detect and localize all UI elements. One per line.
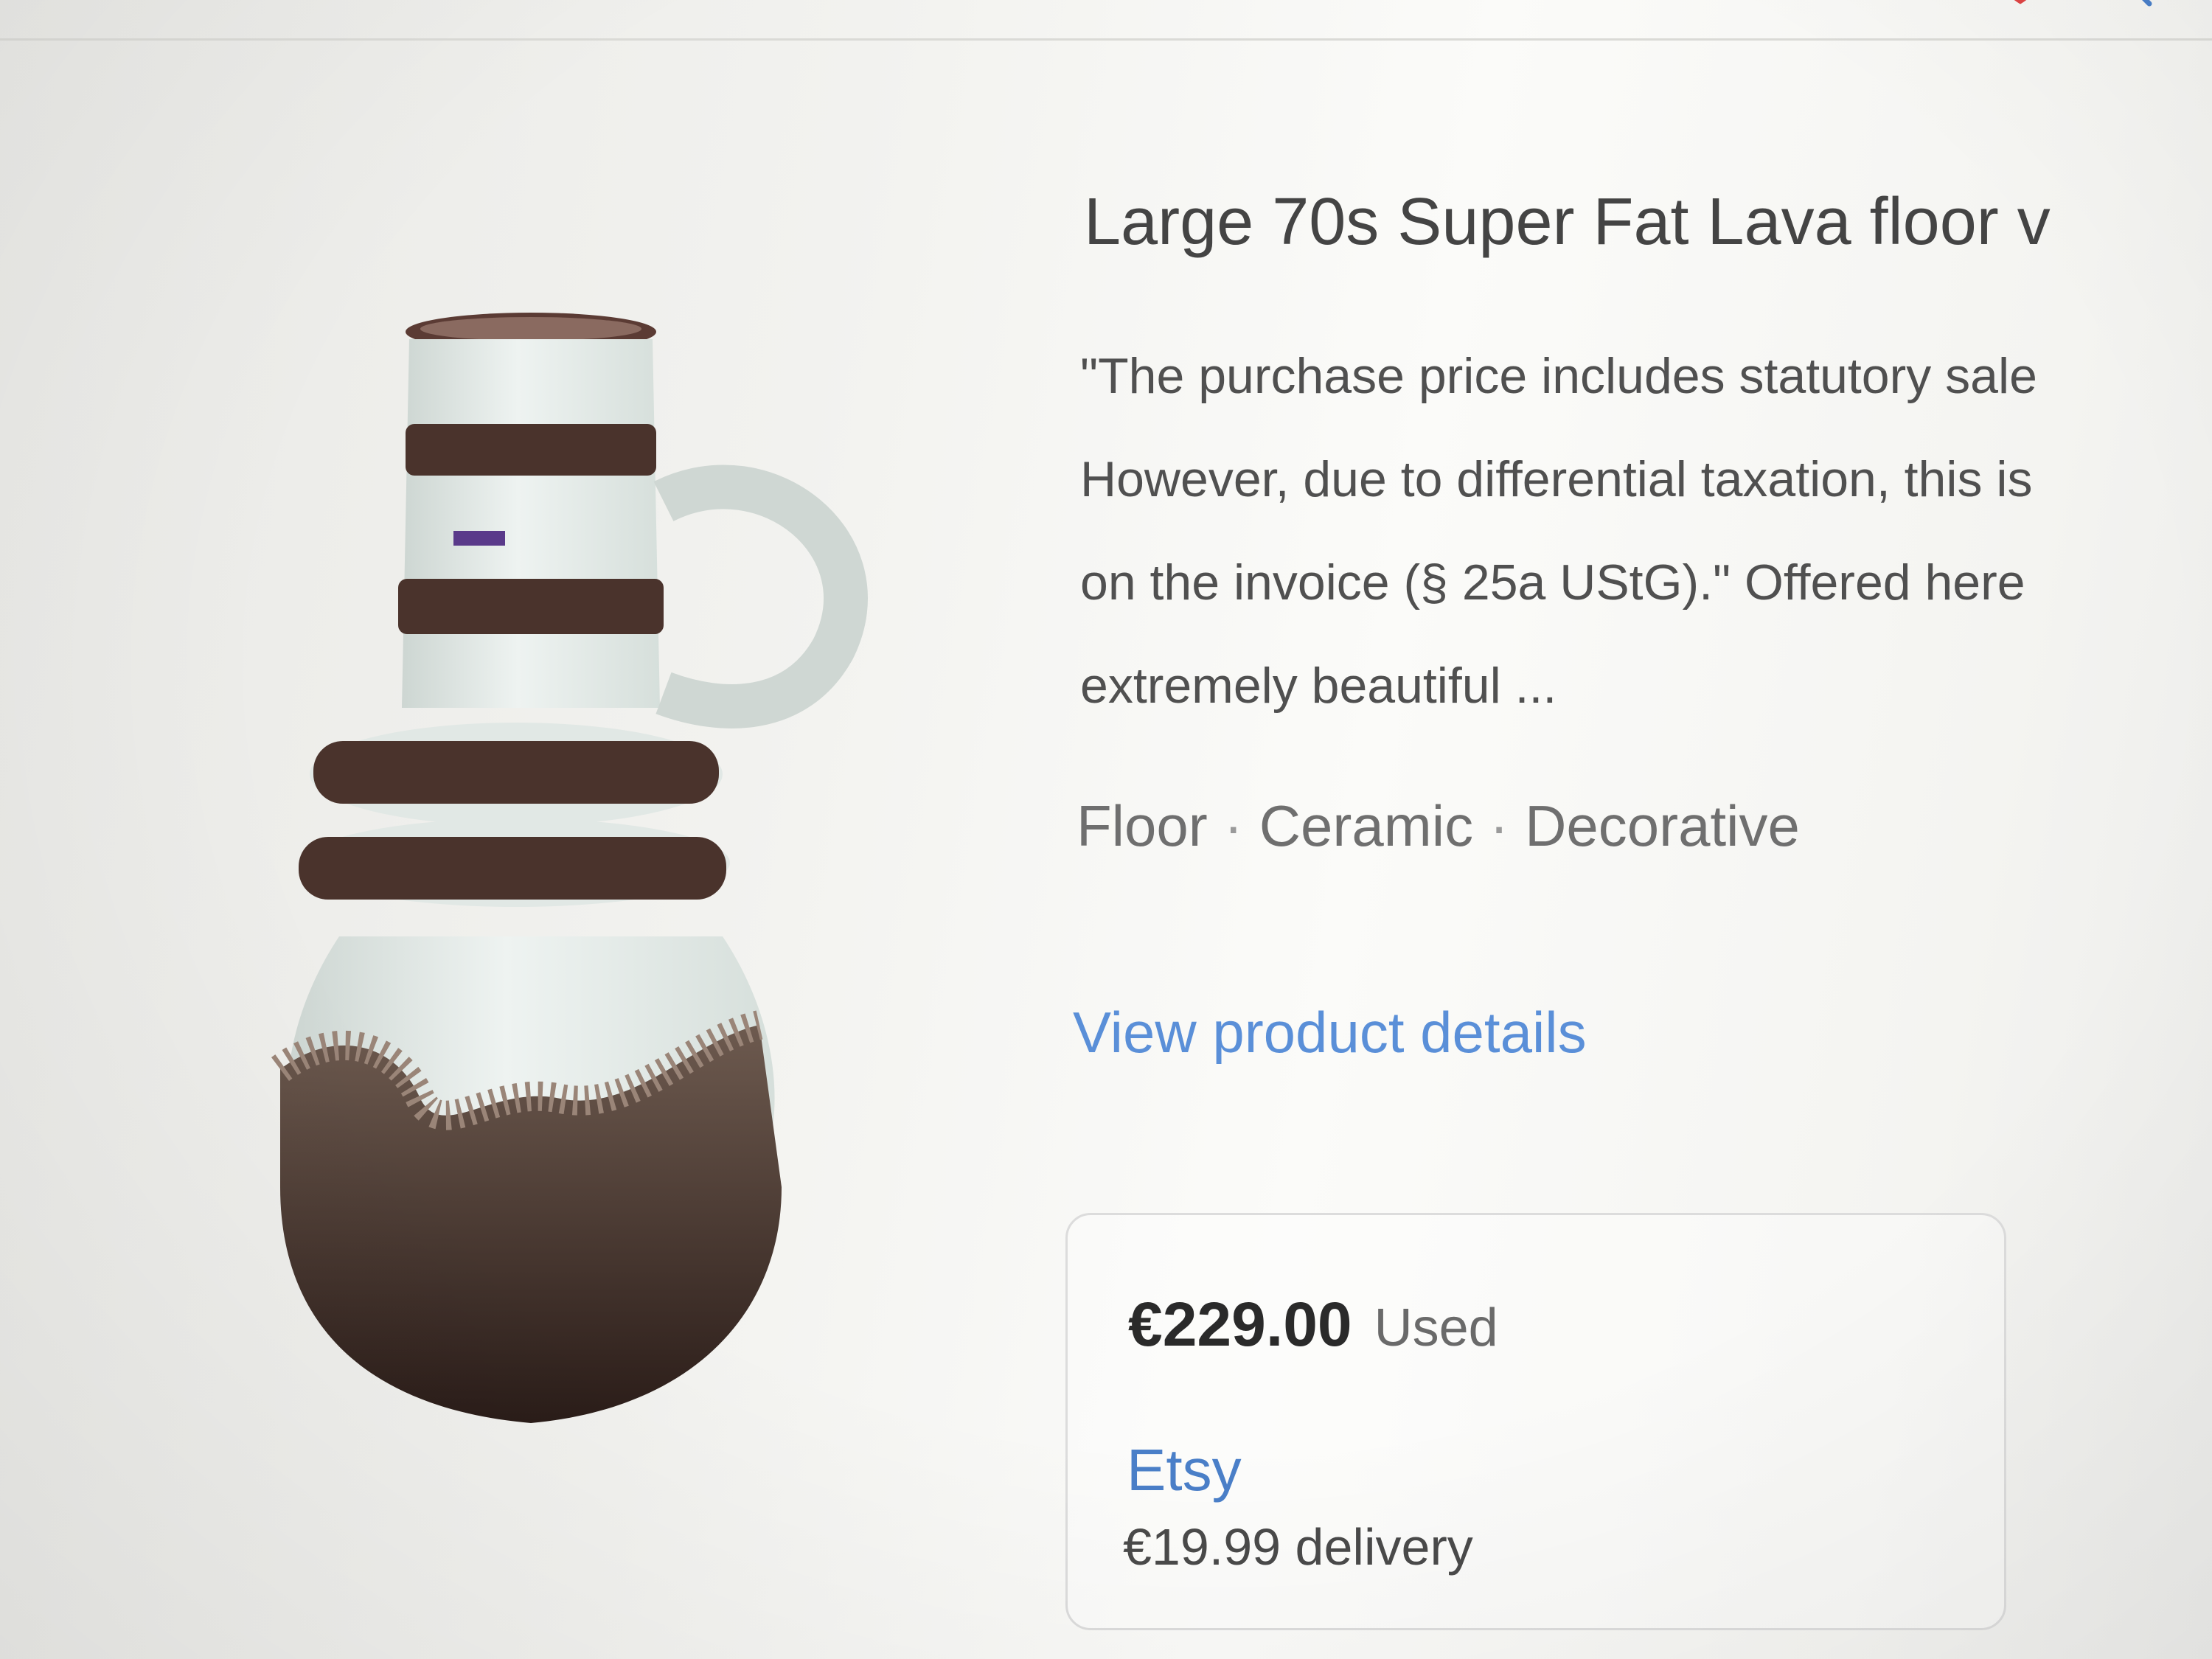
product-description: "The purchase price includes statutory s… <box>1080 324 2201 737</box>
product-title[interactable]: Large 70s Super Fat Lava floor v <box>1084 184 2190 260</box>
delivery-cost: €19.99 delivery <box>1123 1518 1473 1576</box>
screen: Large 70s Super Fat Lava floor v "The pu… <box>0 0 2212 1659</box>
view-product-details-link[interactable]: View product details <box>1073 999 1587 1066</box>
search-icon[interactable] <box>2131 0 2152 7</box>
tag-decorative: Decorative <box>1525 793 1800 858</box>
price: €229.00 <box>1128 1290 1352 1359</box>
topbar-icons <box>2006 0 2152 7</box>
condition-badge: Used <box>1374 1298 1498 1357</box>
top-divider <box>0 38 2212 41</box>
map-pin-icon[interactable] <box>2006 0 2035 4</box>
tag-separator: · <box>1489 793 1509 858</box>
tag-floor: Floor <box>1077 793 1208 858</box>
product-tags: Floor · Ceramic · Decorative <box>1077 793 1800 860</box>
description-line: However, due to differential taxation, t… <box>1080 451 2033 507</box>
offer-card[interactable]: €229.00 Used Etsy €19.99 delivery <box>1065 1213 2006 1630</box>
tag-separator: · <box>1223 793 1243 858</box>
description-line: "The purchase price includes statutory s… <box>1080 348 2037 404</box>
seller-link[interactable]: Etsy <box>1127 1436 1242 1504</box>
tag-ceramic: Ceramic <box>1259 793 1474 858</box>
fat-lava-vase-image[interactable] <box>251 302 885 1423</box>
description-line: on the invoice (§ 25a UStG)." Offered he… <box>1080 554 2025 611</box>
description-line: extremely beautiful ... <box>1080 658 1557 714</box>
price-row: €229.00 Used <box>1128 1289 1498 1360</box>
